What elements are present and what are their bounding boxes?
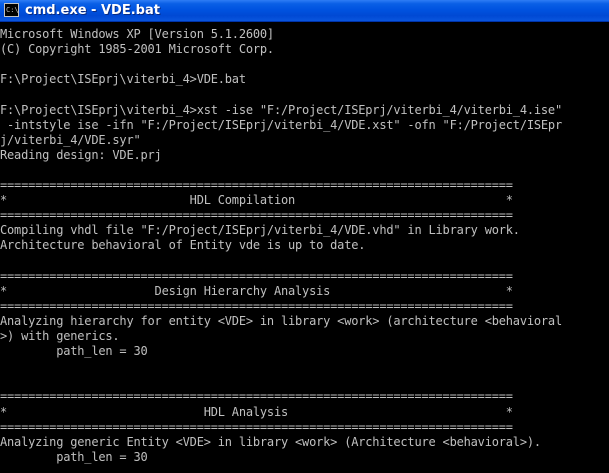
console-line: j/viterbi_4/VDE.syr" <box>0 132 141 147</box>
console-line: * Design Hierarchy Analysis * <box>0 283 513 298</box>
console-line: >) with generics. <box>0 329 120 343</box>
console-line: Architecture behavioral of Entity vde is… <box>0 238 366 253</box>
console-line: ========================================… <box>0 419 513 434</box>
console-line: ========================================… <box>0 389 513 404</box>
console-icon[interactable]: C:\ <box>4 3 19 17</box>
console-line: * HDL Compilation * <box>0 193 513 208</box>
console-line: ========================================… <box>0 208 513 223</box>
console-line: Analyzing generic Entity <VDE> in librar… <box>0 434 541 449</box>
console-line: ========================================… <box>0 298 513 313</box>
console-line: * HDL Analysis * <box>0 404 513 419</box>
console-line: ========================================… <box>0 178 513 192</box>
console-line: F:\Project\ISEprj\viterbi_4>VDE.bat <box>0 72 246 87</box>
console-output[interactable]: Microsoft Windows XP [Version 5.1.2600](… <box>0 24 609 473</box>
console-line: ========================================… <box>0 268 513 283</box>
console-line: path_len = 30 <box>0 449 148 464</box>
title-bar[interactable]: C:\ cmd.exe - VDE.bat <box>0 0 609 22</box>
console-line: Compiling vhdl file "F:/Project/ISEprj/v… <box>0 223 520 238</box>
console-line: path_len = 30 <box>0 344 148 359</box>
console-line: Microsoft Windows XP [Version 5.1.2600] <box>0 27 274 41</box>
console-line: -intstyle ise -ifn "F:/Project/ISEprj/vi… <box>0 117 562 132</box>
console-line: (C) Copyright 1985-2001 Microsoft Corp. <box>0 42 274 57</box>
console-line: Reading design: VDE.prj <box>0 147 162 162</box>
cmd-window: C:\ cmd.exe - VDE.bat Microsoft Windows … <box>0 0 609 473</box>
console-line: Analyzing hierarchy for entity <VDE> in … <box>0 313 562 328</box>
console-line: F:\Project\ISEprj\viterbi_4>xst -ise "F:… <box>0 102 562 117</box>
window-title: cmd.exe - VDE.bat <box>25 3 160 18</box>
